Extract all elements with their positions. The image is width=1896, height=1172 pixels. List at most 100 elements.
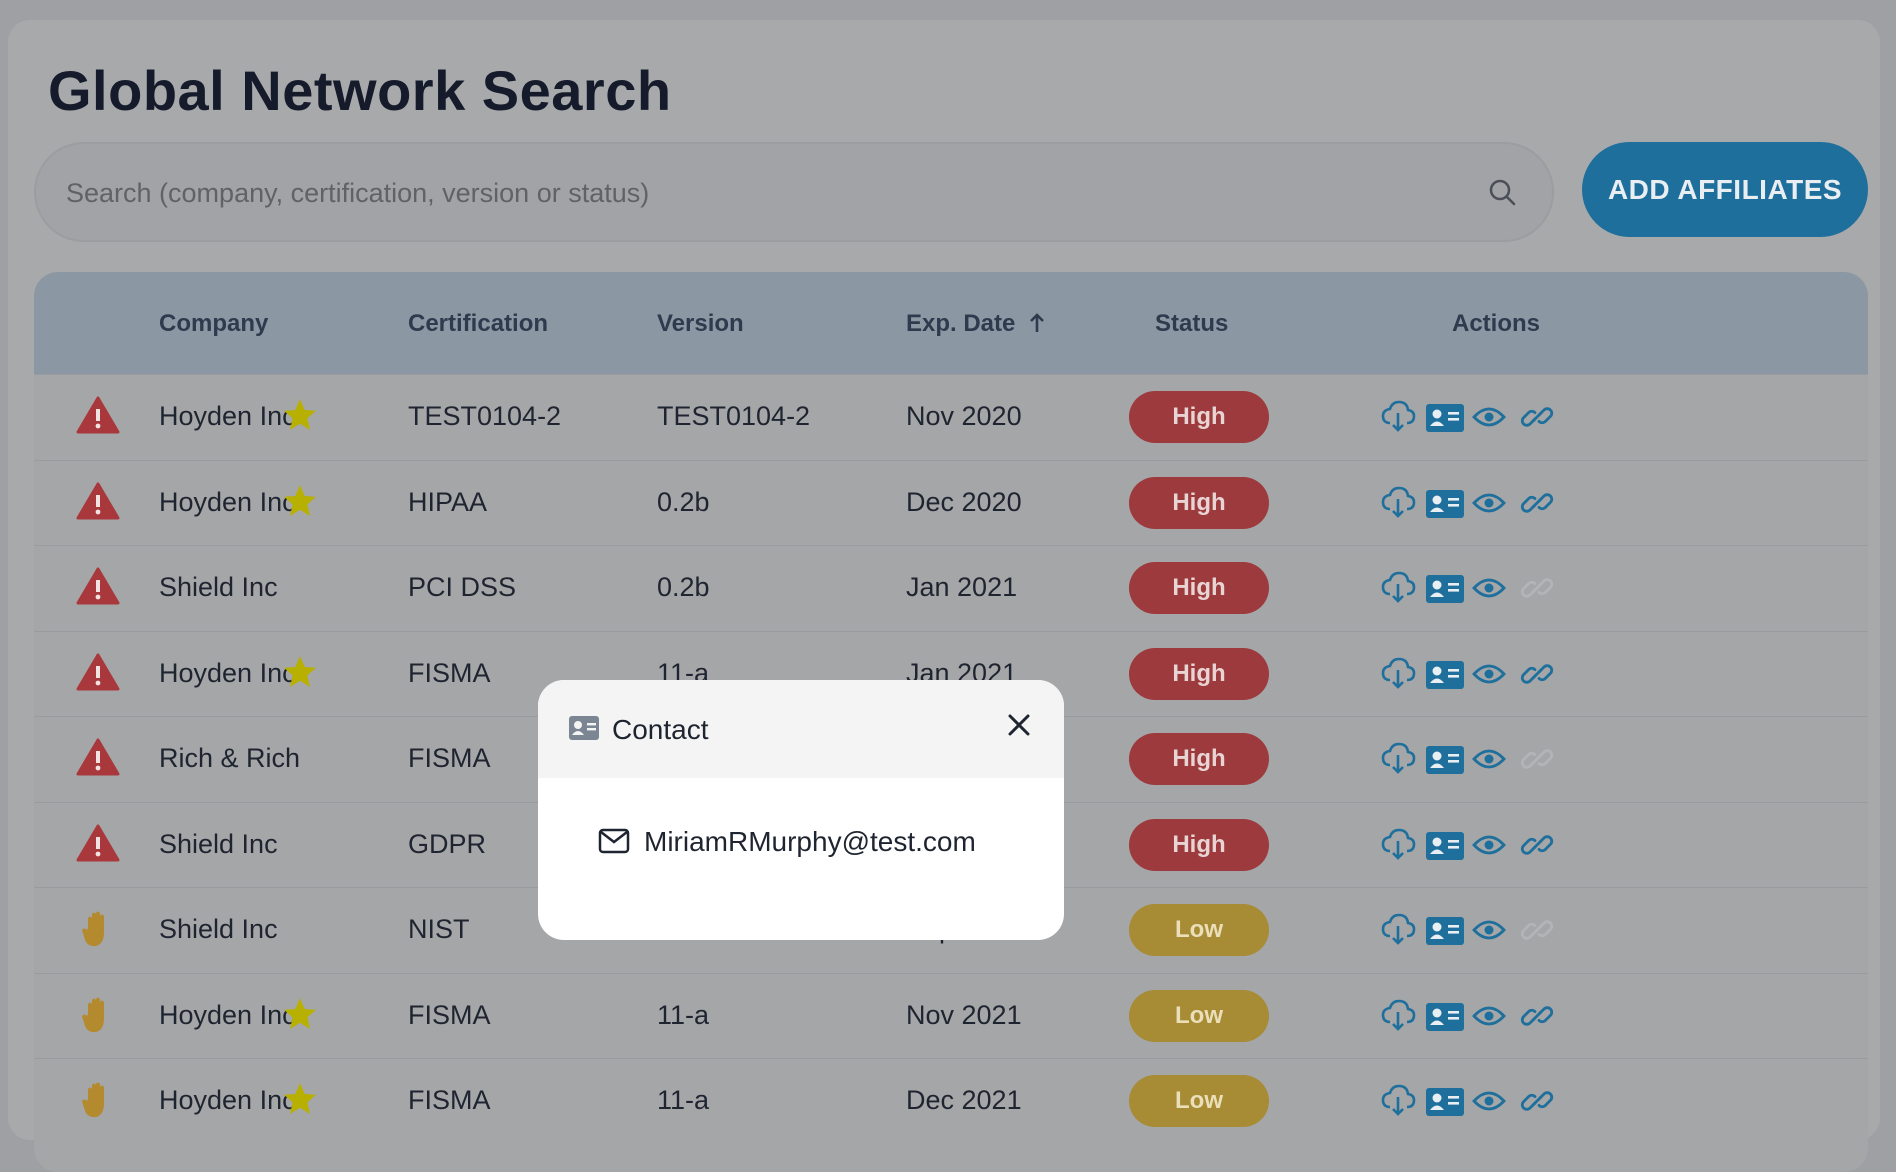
link-icon[interactable] [1519,570,1555,606]
status-badge: High [1129,647,1269,700]
view-eye-icon[interactable] [1471,741,1507,777]
status-badge: High [1129,476,1269,529]
sort-ascending-icon [1030,313,1044,332]
hand-icon [82,1082,104,1118]
contact-card-icon[interactable] [1425,741,1465,777]
contact-card-icon [569,716,599,740]
company-cell[interactable]: Shield Inc [159,829,278,860]
contact-email[interactable]: MiriamRMurphy@test.com [644,826,976,858]
view-eye-icon[interactable] [1471,998,1507,1034]
header-company[interactable]: Company [159,310,268,338]
company-cell[interactable]: Rich & Rich [159,743,300,774]
download-icon[interactable] [1380,912,1416,948]
exp-date-cell: Nov 2021 [906,999,1022,1030]
header-version[interactable]: Version [657,310,744,338]
table-header: Company Certification Version Exp. Date … [34,272,1868,374]
contact-card-icon[interactable] [1425,827,1465,863]
version-cell: 0.2b [657,486,710,517]
header-exp-date[interactable]: Exp. Date [906,310,1046,338]
download-icon[interactable] [1380,656,1416,692]
download-icon[interactable] [1380,827,1416,863]
view-eye-icon[interactable] [1471,827,1507,863]
company-cell[interactable]: Hoyden Inc [159,1085,296,1116]
status-badge: High [1129,818,1269,871]
view-eye-icon[interactable] [1471,399,1507,435]
add-affiliates-button[interactable]: ADD AFFILIATES [1582,142,1868,237]
company-cell[interactable]: Hoyden Inc [159,658,296,689]
link-icon[interactable] [1519,998,1555,1034]
warning-icon [76,567,120,605]
contact-card-icon[interactable] [1425,485,1465,521]
certification-cell: FISMA [408,999,491,1030]
search-input[interactable]: Search (company, certification, version … [34,142,1554,242]
main-card: Global Network Search Search (company, c… [8,20,1880,1172]
status-badge: High [1129,562,1269,614]
link-icon[interactable] [1519,485,1555,521]
download-icon[interactable] [1380,1083,1416,1119]
contact-card-icon[interactable] [1425,998,1465,1034]
version-cell: 0.2b [657,572,710,602]
download-icon[interactable] [1380,998,1416,1034]
favorite-star-icon[interactable] [282,1081,318,1117]
table-row: Hoyden Inc TEST0104-2 TEST0104-2 Nov 2020 Hi… [34,374,1868,460]
close-icon[interactable] [1006,712,1032,738]
favorite-star-icon[interactable] [282,654,318,690]
table-row: Shield Inc PCI DSS 0.2b Jan 2021 High [34,545,1868,631]
company-cell[interactable]: Hoyden Inc [159,401,296,432]
warning-icon [76,738,120,776]
favorite-star-icon[interactable] [282,397,318,433]
hand-icon [82,911,104,947]
status-badge: High [1129,391,1269,443]
certification-cell: GDPR [408,828,487,859]
company-cell[interactable]: Shield Inc [159,572,278,603]
certification-cell: FISMA [408,1085,491,1115]
warning-icon [76,396,120,434]
contact-card-icon[interactable] [1425,656,1465,692]
mail-icon [598,828,630,854]
download-icon[interactable] [1380,570,1416,606]
contact-card-icon[interactable] [1425,399,1465,435]
download-icon[interactable] [1380,485,1416,521]
certification-cell: FISMA [408,743,491,773]
warning-icon [76,653,120,690]
exp-date-cell: Jan 2021 [906,572,1018,602]
status-badge: Low [1129,1075,1269,1127]
status-badge: Low [1129,989,1269,1042]
status-badge: Low [1129,904,1269,956]
contact-card-icon[interactable] [1425,570,1465,606]
company-cell[interactable]: Hoyden Inc [159,1000,296,1031]
link-icon[interactable] [1519,912,1555,948]
link-icon[interactable] [1519,827,1555,863]
link-icon[interactable] [1519,399,1555,435]
certification-cell: PCI DSS [408,572,517,602]
download-icon[interactable] [1380,399,1416,435]
contact-modal: Contact MiriamRMurphy@test.com [538,680,1064,940]
header-exp-date-label: Exp. Date [906,310,1016,337]
view-eye-icon[interactable] [1471,570,1507,606]
certification-cell: TEST0104-2 [408,401,562,431]
download-icon[interactable] [1380,741,1416,777]
contact-card-icon[interactable] [1425,1083,1465,1119]
favorite-star-icon[interactable] [282,483,318,519]
view-eye-icon[interactable] [1471,1083,1507,1119]
page-title: Global Network Search [48,59,672,122]
company-cell[interactable]: Shield Inc [159,914,278,945]
link-icon[interactable] [1519,741,1555,777]
contact-card-icon[interactable] [1425,912,1465,948]
warning-icon [76,824,120,861]
hand-icon [82,997,104,1032]
view-eye-icon[interactable] [1471,485,1507,521]
search-icon[interactable] [1486,176,1518,208]
header-actions: Actions [1452,310,1541,337]
link-icon[interactable] [1519,656,1555,692]
certification-cell: NIST [408,914,470,944]
exp-date-cell: Nov 2020 [906,401,1022,431]
company-cell[interactable]: Hoyden Inc [159,487,296,518]
view-eye-icon[interactable] [1471,912,1507,948]
header-status[interactable]: Status [1155,310,1228,338]
modal-title: Contact [612,714,709,745]
header-certification[interactable]: Certification [408,310,548,338]
link-icon[interactable] [1519,1083,1555,1119]
view-eye-icon[interactable] [1471,656,1507,692]
favorite-star-icon[interactable] [282,996,318,1032]
